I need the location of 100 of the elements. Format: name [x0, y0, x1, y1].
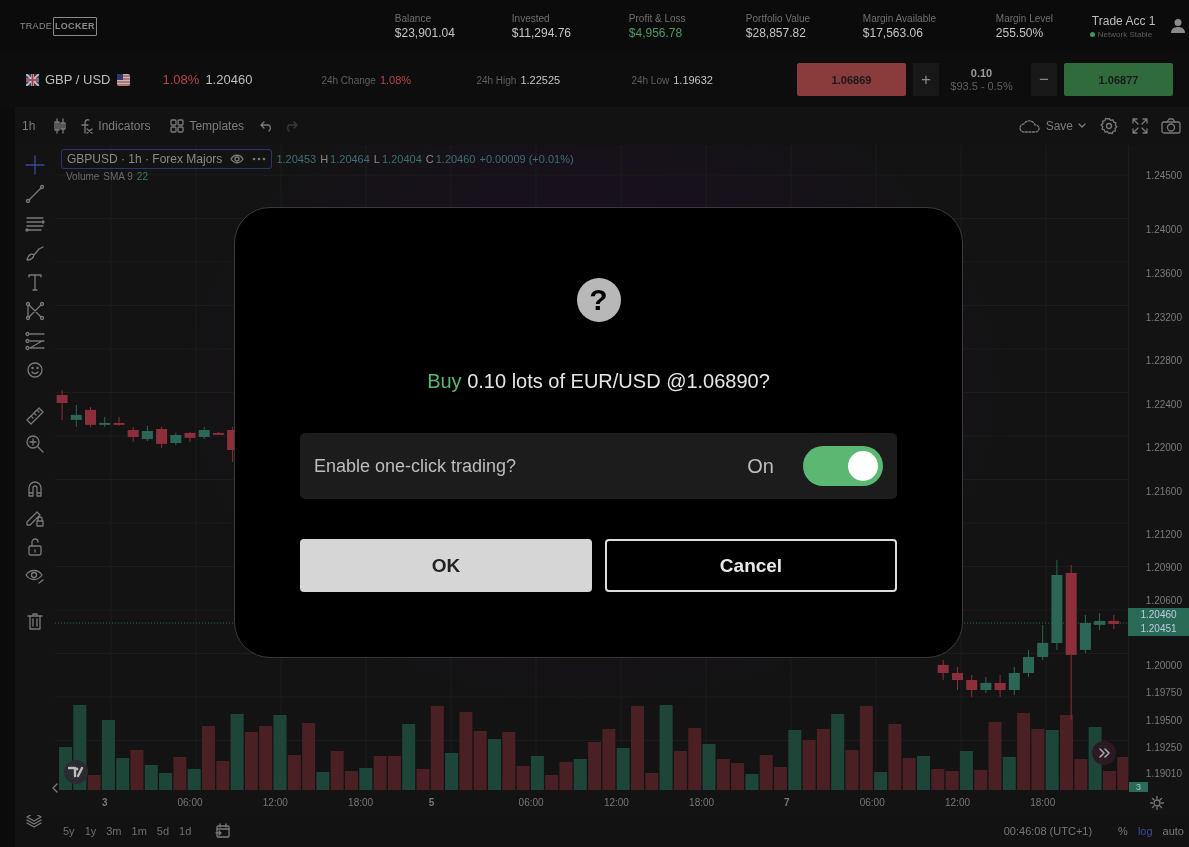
- candle: [70, 404, 82, 428]
- confirmation-message: Buy 0.10 lots of EUR/USD @1.06890?: [427, 370, 770, 393]
- time-label: 06:00: [859, 797, 885, 808]
- double-chevron-icon[interactable]: [1092, 741, 1116, 765]
- price-label: 1.19010: [1145, 767, 1182, 779]
- ok-button[interactable]: OK: [300, 539, 592, 592]
- candle: [212, 431, 224, 435]
- forecast-icon[interactable]: [25, 330, 45, 351]
- candle: [1094, 612, 1106, 631]
- camera-icon[interactable]: [1161, 118, 1181, 134]
- stat-label: Profit & Loss: [628, 12, 687, 24]
- stat-value: 1.19632: [673, 73, 713, 86]
- range-button[interactable]: 1y: [84, 825, 97, 837]
- trash-icon[interactable]: [25, 611, 45, 632]
- cancel-button[interactable]: Cancel: [605, 539, 897, 592]
- candle: [1037, 624, 1049, 661]
- sun-icon[interactable]: [1150, 796, 1164, 810]
- save-button[interactable]: Save: [1045, 119, 1073, 133]
- eye-icon[interactable]: [230, 154, 245, 164]
- range-button[interactable]: 5y: [63, 825, 75, 837]
- time-label: 12:00: [603, 797, 629, 808]
- stat-label: 24h Low: [631, 74, 670, 86]
- us-flag-icon: [116, 73, 130, 86]
- price-label: 1.20600: [1145, 594, 1182, 606]
- increase-button[interactable]: +: [913, 63, 939, 96]
- stat-label: Portfolio Value: [745, 12, 812, 24]
- range-button[interactable]: 3m: [106, 825, 122, 837]
- stat-label: Invested: [511, 12, 551, 24]
- candle: [980, 676, 992, 694]
- toggle-switch[interactable]: [803, 446, 883, 486]
- symbol-title: GBPUSD · 1h · Forex Majors: [67, 152, 223, 166]
- account-name[interactable]: Trade Acc 1: [1091, 13, 1162, 28]
- smiley-icon[interactable]: [25, 360, 45, 381]
- more-icon[interactable]: [252, 157, 267, 161]
- symbol-legend[interactable]: GBPUSD · 1h · Forex Majors: [61, 149, 273, 169]
- candle: [994, 674, 1006, 698]
- magnet-icon[interactable]: [25, 478, 45, 499]
- sell-button[interactable]: 1.06869: [797, 63, 906, 96]
- range-button[interactable]: 5d: [156, 825, 170, 837]
- stat-label: 24h High: [476, 74, 517, 86]
- price-change: +0.00009 (+0.01%): [479, 153, 574, 165]
- decrease-button[interactable]: −: [1031, 63, 1057, 96]
- buy-button[interactable]: 1.06877: [1064, 63, 1173, 96]
- unlock-icon[interactable]: [25, 537, 45, 558]
- fullscreen-icon[interactable]: [1132, 118, 1148, 134]
- settings-icon[interactable]: [1100, 117, 1118, 135]
- price-label: 1.23600: [1145, 267, 1182, 279]
- caret-icon[interactable]: [1078, 123, 1086, 129]
- lot-value: $93.5 - 0.5%: [950, 80, 1013, 92]
- timezone-clock[interactable]: 00:46:08 (UTC+1): [1003, 825, 1093, 837]
- price-label: 1.19250: [1145, 741, 1182, 753]
- candle: [85, 406, 96, 428]
- interval-button[interactable]: 1h: [22, 119, 36, 133]
- zoom-in-icon[interactable]: [25, 433, 45, 454]
- calendar-icon[interactable]: [215, 823, 232, 839]
- currency-pair[interactable]: GBP / USD: [45, 72, 111, 87]
- candles-icon[interactable]: [53, 118, 68, 134]
- candle: [170, 432, 182, 446]
- time-label: 06:00: [518, 797, 544, 808]
- user-icon[interactable]: [1169, 18, 1186, 34]
- text-tool-icon[interactable]: [25, 272, 45, 293]
- price-label: 1.22800: [1145, 354, 1182, 366]
- stat-label: 24h Change: [321, 74, 376, 86]
- price-label: 1.19750: [1145, 686, 1182, 698]
- option-label: Enable one-click trading?: [314, 455, 517, 477]
- chart-logo-icon: [64, 760, 88, 784]
- candle: [198, 426, 210, 440]
- time-label: 12:00: [945, 797, 970, 808]
- scale-option[interactable]: log: [1137, 825, 1153, 837]
- range-button[interactable]: 1m: [131, 825, 147, 837]
- stat-value: $17,563.06: [862, 25, 924, 40]
- time-label: 06:00: [177, 797, 203, 808]
- volume-params: SMA 9: [103, 171, 133, 182]
- candle: [99, 416, 111, 428]
- scale-option[interactable]: auto: [1162, 825, 1184, 837]
- logo: TRADE LOCKER: [20, 14, 97, 38]
- function-icon: [79, 118, 94, 134]
- stat-value: 255.50%: [995, 25, 1045, 40]
- time-label: 7: [784, 797, 790, 808]
- stat-value: $11,294.76: [511, 25, 572, 40]
- price-label: 1.21200: [1145, 528, 1182, 540]
- candle: [127, 426, 139, 443]
- templates-button[interactable]: Templates: [189, 119, 245, 133]
- stat-value: 1.22525: [520, 73, 561, 86]
- candle: [1079, 614, 1091, 654]
- toggle-state: On: [747, 454, 774, 478]
- ohlc-label: H: [320, 153, 329, 165]
- price-label: 1.21600: [1145, 485, 1182, 497]
- range-button[interactable]: 1d: [179, 825, 192, 837]
- stat-value: $23,901.04: [394, 25, 456, 40]
- pattern-icon[interactable]: [25, 301, 45, 322]
- candle: [1008, 666, 1020, 696]
- price-label: 1.24000: [1145, 223, 1182, 235]
- scale-option[interactable]: %: [1118, 825, 1128, 837]
- chevron-icon[interactable]: [52, 783, 58, 793]
- price-label: 1.24500: [1145, 169, 1182, 181]
- time-label: 18:00: [689, 797, 715, 808]
- trend-line-icon[interactable]: [25, 184, 45, 205]
- network-status: Network Stable: [1097, 29, 1153, 39]
- indicators-button[interactable]: Indicators: [98, 119, 151, 133]
